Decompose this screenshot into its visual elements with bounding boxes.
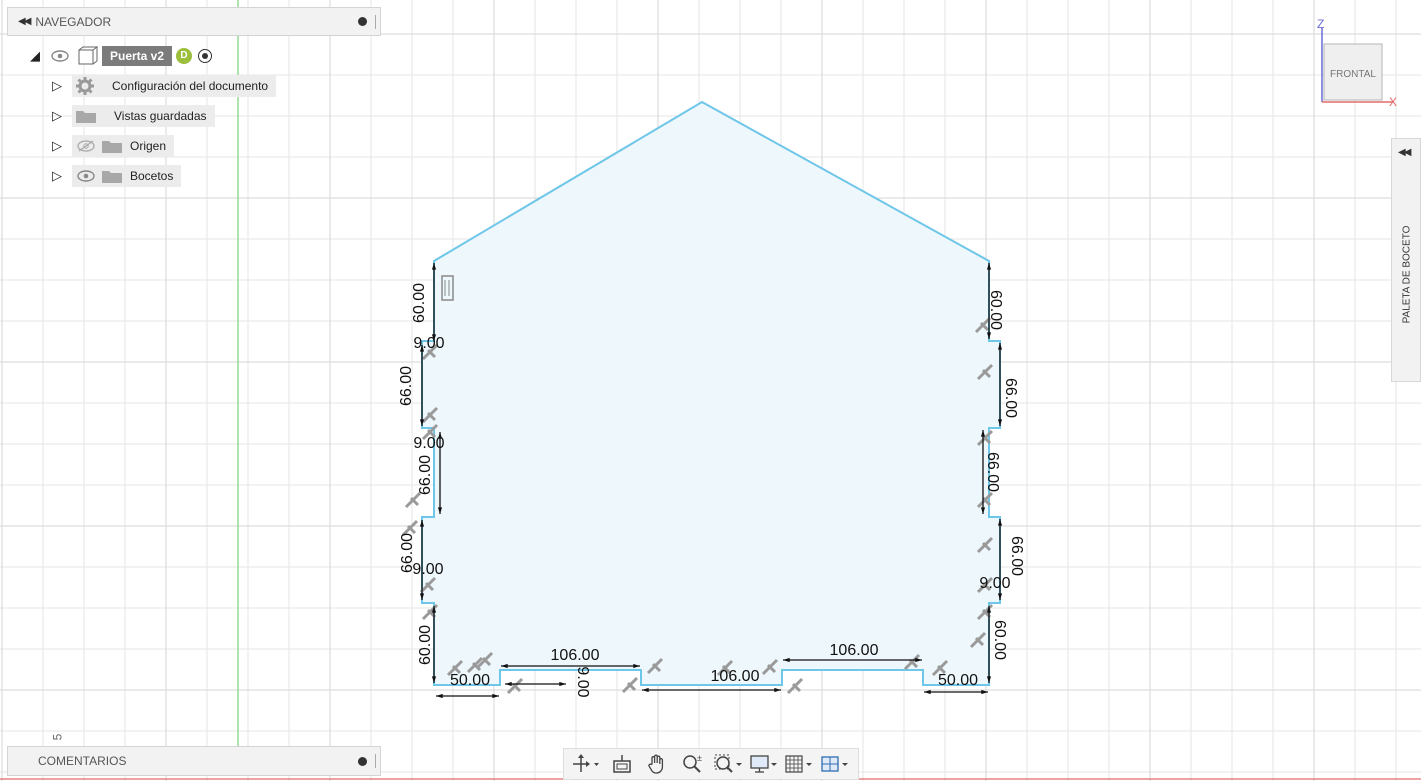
collapse-left-icon[interactable]: ◀◀ [8,16,31,27]
expand-palette-icon[interactable]: ◀◀ [1398,147,1411,158]
folder-icon [76,111,96,123]
dimension-value: 60.00 [411,283,428,323]
front-face-label: FRONTAL [1330,69,1376,80]
dimension-arrowhead [505,681,512,687]
dimension-value: 60.00 [991,620,1008,660]
monitor-icon [749,755,777,773]
expand-triangle-icon[interactable]: ▷ [50,168,64,184]
navigator-header[interactable]: ◀◀ NAVEGADOR [7,7,381,36]
comments-title: COMENTARIOS [38,754,127,768]
dimension-arrowhead [924,689,931,695]
tree-item-origin[interactable]: ▷ Origen [50,135,175,157]
dimension-value: 106.00 [711,668,760,685]
x-axis-label: X [1389,95,1397,109]
zoom-icon: ± [683,754,702,773]
dimension-arrowhead [559,681,566,687]
svg-text:±: ± [697,754,702,763]
panel-grip[interactable] [375,754,376,768]
sketch-palette-tab[interactable]: ◀◀ PALETA DE BOCETO [1391,138,1421,382]
tree-item-label: Configuración del documento [112,79,269,93]
zoom-window-icon [714,754,742,773]
constraint-glyph [786,677,804,695]
display-settings-button[interactable] [749,752,780,776]
tree-root[interactable]: ◢ Puerta v2 D [28,45,213,67]
grid-icon [785,755,813,773]
constraint-glyph [506,677,524,695]
dimension-arrowhead [981,689,988,695]
viewports-button[interactable] [821,752,851,776]
tree-item-saved-views[interactable]: ▷ Vistas guardadas [50,105,215,127]
eye-icon[interactable] [76,170,96,182]
comments-header[interactable]: COMENTARIOS [7,746,381,776]
root-component-label[interactable]: Puerta v2 [102,46,173,66]
zoom-window-button[interactable] [714,752,744,776]
look-at-button[interactable] [607,752,637,776]
corner-number: 5 [50,733,65,741]
dimension-value: 66.00 [984,452,1001,492]
dimension-value: 66.00 [398,366,415,406]
folder-icon [102,141,122,153]
tree-item-label: Origen [130,139,167,153]
panel-grip[interactable] [375,14,376,29]
dimension-value: 9.00 [413,335,444,352]
design-badge: D [176,48,193,64]
dimension-value: 9.00 [574,666,591,697]
tree-item-label: Vistas guardadas [114,109,207,123]
dimension-value: 66.00 [417,455,434,495]
expand-triangle-icon[interactable]: ▷ [50,108,64,124]
expand-triangle-icon[interactable]: ▷ [50,138,64,154]
constraint-glyph [401,519,419,537]
tree-item-document-settings[interactable]: ▷ Configuración del documento [50,75,277,97]
dimension-value: 60.00 [987,290,1004,330]
dimension-value: 106.00 [830,642,879,659]
dimension-value: 50.00 [938,672,978,689]
eye-icon[interactable] [50,50,70,62]
component-box-icon [78,46,98,65]
navigator-title: NAVEGADOR [35,14,112,29]
dimension-value: 50.00 [450,672,490,689]
panel-pin-icon[interactable] [358,17,367,26]
hand-icon [648,754,664,774]
expand-triangle-icon[interactable]: ▷ [50,78,64,94]
dimension-value: 60.00 [417,625,434,665]
dimension-value: 9.00 [979,575,1010,592]
dimension-arrowhead [642,687,649,693]
activate-radio[interactable] [198,49,213,63]
viewports-icon [821,756,849,772]
dimension-value: 106.00 [551,647,600,664]
dimension-arrowhead [774,687,781,693]
dimension-value: 66.00 [1002,378,1019,418]
dimension-value: 9.00 [412,561,443,578]
dimension-arrowhead [492,693,499,699]
dimension-value: 66.00 [1008,536,1025,576]
navigation-toolbar: ± [563,748,859,780]
pan-button[interactable] [642,752,672,776]
collapse-triangle-icon[interactable]: ◢ [28,48,42,64]
sketch-palette-title: PALETA DE BOCETO [1401,225,1413,324]
zoom-button[interactable]: ± [678,752,708,776]
gear-icon [76,77,94,95]
dimension-arrowhead [436,693,443,699]
tree-item-label: Bocetos [130,169,174,183]
look-at-icon [612,755,631,773]
door-profile[interactable] [421,100,1001,686]
view-cube[interactable]: Z X FRONTAL [1310,18,1400,110]
orbit-tool-button[interactable] [571,752,601,776]
orbit-icon [572,754,599,772]
add-comment-icon[interactable] [358,756,367,766]
tree-item-sketches[interactable]: ▷ Bocetos [50,165,182,187]
z-axis-label: Z [1317,18,1324,31]
grid-settings-button[interactable] [785,752,815,776]
folder-icon [102,171,122,183]
eye-hidden-icon[interactable] [76,140,96,152]
